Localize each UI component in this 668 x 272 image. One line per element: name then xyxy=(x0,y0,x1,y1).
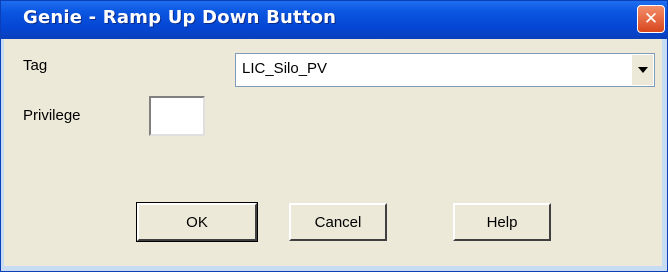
privilege-label: Privilege xyxy=(23,107,81,124)
ok-button[interactable]: OK xyxy=(136,202,258,242)
tag-value: LIC_Silo_PV xyxy=(242,60,328,77)
tag-combobox[interactable]: LIC_Silo_PV xyxy=(235,53,655,87)
titlebar[interactable]: Genie - Ramp Up Down Button ✕ xyxy=(1,1,667,39)
tag-label: Tag xyxy=(23,57,48,74)
dialog-window: Genie - Ramp Up Down Button ✕ Tag LIC_Si… xyxy=(0,0,668,272)
tag-dropdown-button[interactable] xyxy=(631,55,653,85)
help-button[interactable]: Help xyxy=(453,203,551,241)
privilege-input[interactable] xyxy=(149,96,205,136)
chevron-down-icon xyxy=(637,67,648,73)
close-button[interactable]: ✕ xyxy=(637,5,665,33)
cancel-button[interactable]: Cancel xyxy=(289,203,387,241)
close-icon: ✕ xyxy=(643,8,659,29)
window-title: Genie - Ramp Up Down Button xyxy=(23,7,337,28)
